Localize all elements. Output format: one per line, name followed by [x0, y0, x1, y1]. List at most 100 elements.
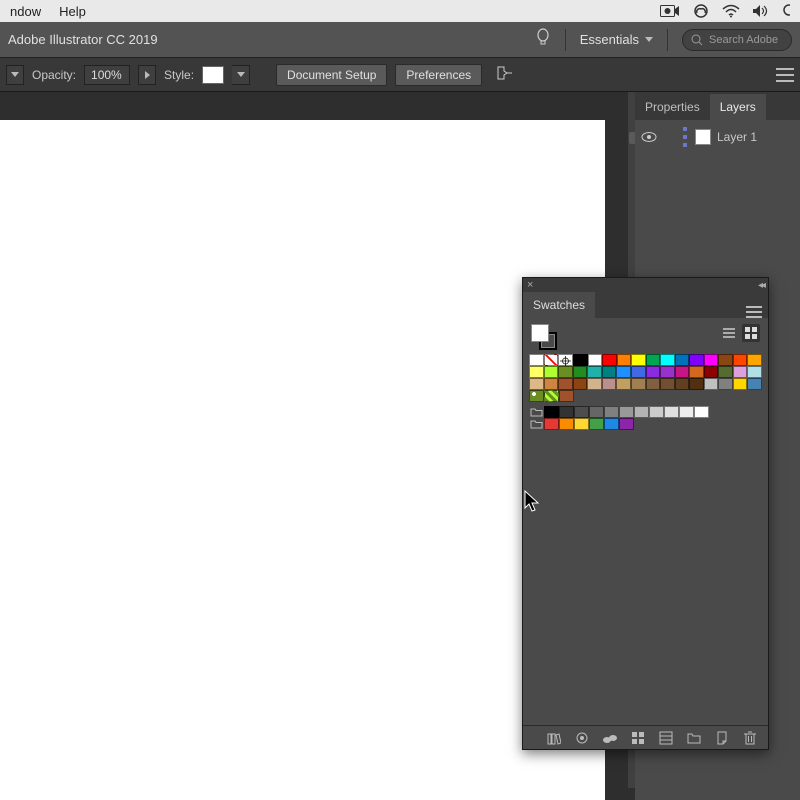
swatch-cell[interactable] — [619, 406, 634, 418]
swatch-cell[interactable] — [544, 406, 559, 418]
opacity-step[interactable] — [138, 65, 156, 85]
swatch-cell[interactable] — [646, 378, 661, 390]
swatch-cell[interactable] — [631, 354, 646, 366]
swatch-cell[interactable] — [718, 378, 733, 390]
swatch-cell[interactable] — [646, 366, 661, 378]
swatch-cell[interactable] — [604, 406, 619, 418]
layer-name[interactable]: Layer 1 — [717, 130, 757, 144]
swatch-cell[interactable] — [694, 406, 709, 418]
options-prev[interactable] — [6, 65, 24, 85]
swatch-cell[interactable] — [631, 378, 646, 390]
swatches-tab[interactable]: Swatches — [523, 292, 595, 318]
swatch-cell[interactable] — [574, 418, 589, 430]
swatch-cell[interactable] — [619, 418, 634, 430]
spotlight-icon[interactable] — [782, 3, 790, 19]
style-swatch[interactable] — [202, 66, 224, 84]
swatch-cell[interactable] — [675, 366, 690, 378]
menu-window[interactable]: ndow — [10, 4, 41, 19]
swatch-cell[interactable] — [558, 354, 573, 366]
swatch-cell[interactable] — [588, 354, 603, 366]
swatch-cell[interactable] — [634, 406, 649, 418]
swatch-cell[interactable] — [660, 366, 675, 378]
swatch-cell[interactable] — [529, 378, 544, 390]
swatches-panel[interactable]: × ◂◂ Swatches — [522, 277, 769, 750]
swatch-cell[interactable] — [602, 378, 617, 390]
panel-menu-icon[interactable] — [746, 306, 762, 318]
swatch-cell[interactable] — [529, 390, 544, 402]
swatch-cell[interactable] — [675, 378, 690, 390]
new-color-group-icon[interactable] — [630, 730, 646, 746]
layer-thumbnail[interactable] — [695, 129, 711, 145]
menu-help[interactable]: Help — [59, 4, 86, 19]
swatch-cell[interactable] — [602, 354, 617, 366]
swatch-options-icon[interactable] — [602, 730, 618, 746]
grid-view-icon[interactable] — [742, 324, 760, 342]
swatch-cell[interactable] — [529, 366, 544, 378]
folder-icon[interactable] — [686, 730, 702, 746]
search-input[interactable]: Search Adobe — [682, 29, 792, 51]
swatch-cell[interactable] — [704, 366, 719, 378]
wifi-icon[interactable] — [722, 4, 740, 18]
swatch-cell[interactable] — [675, 354, 690, 366]
close-icon[interactable]: × — [527, 280, 533, 291]
new-swatch-icon[interactable] — [714, 730, 730, 746]
swatch-cell[interactable] — [558, 378, 573, 390]
panel-toggle-icon[interactable] — [776, 68, 794, 82]
swatch-cell[interactable] — [733, 366, 748, 378]
tab-layers[interactable]: Layers — [710, 94, 766, 120]
style-popup[interactable] — [232, 65, 250, 85]
swatch-cell[interactable] — [718, 354, 733, 366]
swatch-cell[interactable] — [559, 418, 574, 430]
swatch-cell[interactable] — [589, 418, 604, 430]
pin-icon[interactable] — [496, 65, 514, 84]
screen-record-icon[interactable] — [660, 4, 680, 18]
preferences-button[interactable]: Preferences — [395, 64, 482, 86]
swatch-cell[interactable] — [544, 418, 559, 430]
swatch-cell[interactable] — [747, 354, 762, 366]
swatch-cell[interactable] — [747, 378, 762, 390]
collapse-icon[interactable]: ◂◂ — [758, 280, 764, 291]
swatch-cell[interactable] — [733, 354, 748, 366]
swatch-cell[interactable] — [747, 366, 762, 378]
workspace-switcher[interactable]: Essentials — [580, 32, 653, 47]
swatch-cell[interactable] — [646, 354, 661, 366]
swatch-cell[interactable] — [689, 366, 704, 378]
swatch-cell[interactable] — [704, 378, 719, 390]
swatch-cell[interactable] — [529, 354, 544, 366]
swatch-cell[interactable] — [616, 366, 631, 378]
fill-stroke-icon[interactable] — [531, 324, 557, 350]
swatch-cell[interactable] — [602, 366, 617, 378]
list-view-icon[interactable] — [720, 324, 738, 342]
swatch-cell[interactable] — [573, 378, 588, 390]
swatch-cell[interactable] — [587, 378, 602, 390]
swatch-cell[interactable] — [631, 366, 646, 378]
swatch-cell[interactable] — [664, 406, 679, 418]
swatch-cell[interactable] — [544, 366, 559, 378]
swatch-cell[interactable] — [544, 390, 559, 402]
creative-cloud-icon[interactable] — [692, 4, 710, 18]
swatch-cell[interactable] — [573, 366, 588, 378]
new-swatch-list-icon[interactable] — [658, 730, 674, 746]
swatch-cell[interactable] — [559, 406, 574, 418]
trash-icon[interactable] — [742, 730, 758, 746]
document-setup-button[interactable]: Document Setup — [276, 64, 387, 86]
swatch-cell[interactable] — [544, 378, 559, 390]
swatch-kind-icon[interactable] — [574, 730, 590, 746]
swatch-folder-icon[interactable] — [529, 418, 544, 430]
swatch-cell[interactable] — [559, 390, 574, 402]
learn-icon[interactable] — [535, 28, 551, 51]
layer-color-handle[interactable] — [683, 127, 689, 147]
swatch-cell[interactable] — [617, 354, 632, 366]
swatch-cell[interactable] — [718, 366, 733, 378]
swatch-cell[interactable] — [604, 418, 619, 430]
swatch-folder-icon[interactable] — [529, 406, 544, 418]
swatch-cell[interactable] — [587, 366, 602, 378]
swatches-titlebar[interactable]: × ◂◂ — [523, 278, 768, 292]
tab-properties[interactable]: Properties — [635, 94, 710, 120]
swatch-cell[interactable] — [558, 366, 573, 378]
layer-row[interactable]: Layer 1 — [635, 124, 800, 150]
swatch-cell[interactable] — [574, 406, 589, 418]
swatch-cell[interactable] — [544, 354, 559, 366]
swatch-cell[interactable] — [660, 378, 675, 390]
swatch-cell[interactable] — [660, 354, 675, 366]
